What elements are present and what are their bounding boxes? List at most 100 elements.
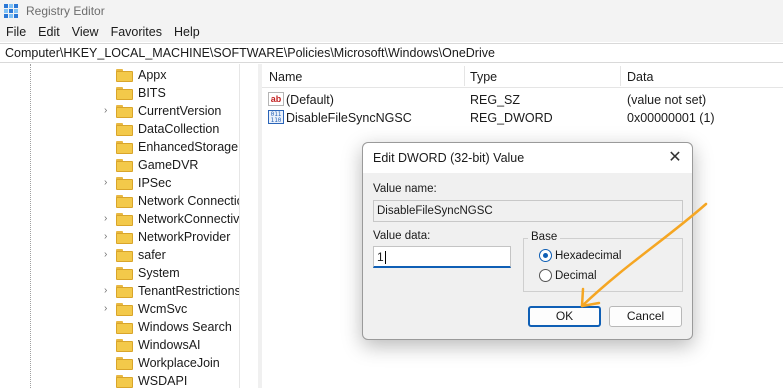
folder-icon [116, 266, 133, 280]
tree-item[interactable]: Appx [0, 66, 239, 84]
tree-item[interactable]: › NetworkConnectiv [0, 210, 239, 228]
menu-favorites[interactable]: Favorites [105, 25, 168, 39]
tree-item[interactable]: BITS [0, 84, 239, 102]
tree-item[interactable]: WorkplaceJoin [0, 354, 239, 372]
column-name-header[interactable]: Name [269, 70, 302, 84]
value-data: 0x00000001 (1) [627, 111, 715, 125]
hexadecimal-option[interactable]: Hexadecimal [539, 249, 621, 262]
value-data-field[interactable]: 1 [373, 246, 511, 268]
folder-icon [116, 338, 133, 352]
tree-item[interactable]: Network Connectio [0, 192, 244, 210]
tree-item-label: DataCollection [138, 122, 220, 136]
value-type: REG_SZ [470, 93, 521, 107]
tree-item-label: GameDVR [138, 158, 199, 172]
tree-item[interactable]: DataCollection [0, 120, 239, 138]
folder-icon [116, 248, 133, 262]
menu-edit[interactable]: Edit [32, 25, 66, 39]
tree-item[interactable]: Windows Search [0, 318, 239, 336]
tree-item-label: CurrentVersion [138, 104, 222, 118]
tree-item-label: WorkplaceJoin [138, 356, 220, 370]
folder-icon [116, 122, 133, 136]
folder-icon [116, 86, 133, 100]
tree-item-label: Windows Search [138, 320, 232, 334]
cancel-button[interactable]: Cancel [609, 306, 682, 327]
tree-item[interactable]: System [0, 264, 239, 282]
value-name-label: Value name: [373, 183, 437, 195]
ok-button[interactable]: OK [528, 306, 601, 327]
column-separator[interactable] [620, 66, 621, 86]
chevron-right-icon[interactable]: › [104, 106, 112, 116]
folder-icon [116, 176, 133, 190]
window-title: Registry Editor [26, 4, 105, 18]
tree-item-label: IPSec [138, 176, 172, 190]
tree-item-label: System [138, 266, 180, 280]
tree-item-label: EnhancedStorageD [138, 140, 248, 154]
radio-unselected-icon[interactable] [539, 269, 552, 282]
chevron-right-icon[interactable]: › [104, 304, 112, 314]
chevron-right-icon[interactable]: › [104, 214, 112, 224]
close-icon[interactable]: ✕ [664, 148, 686, 168]
menu-help[interactable]: Help [168, 25, 206, 39]
list-header: Name Type Data [262, 64, 783, 88]
dword-value-icon: 011 110 [268, 110, 284, 124]
chevron-right-icon[interactable]: › [104, 250, 112, 260]
value-row[interactable]: ab (Default) REG_SZ (value not set) [262, 91, 783, 109]
menu-view[interactable]: View [66, 25, 105, 39]
folder-icon [116, 374, 133, 388]
address-bar[interactable]: Computer\HKEY_LOCAL_MACHINE\SOFTWARE\Pol… [0, 43, 783, 63]
value-name: DisableFileSyncNGSC [286, 111, 412, 125]
value-type: REG_DWORD [470, 111, 553, 125]
string-value-icon: ab [268, 92, 284, 106]
folder-icon [116, 230, 133, 244]
base-group [523, 238, 683, 292]
tree-item-label: WSDAPI [138, 374, 188, 388]
value-data: (value not set) [627, 93, 707, 107]
column-type-header[interactable]: Type [470, 70, 497, 84]
chevron-right-icon[interactable]: › [104, 286, 112, 296]
tree-item-label: NetworkConnectiv [138, 212, 240, 226]
folder-icon [116, 212, 133, 226]
tree-item[interactable]: WSDAPI [0, 372, 239, 388]
tree-item[interactable]: › TenantRestrictions [0, 282, 241, 300]
chevron-right-icon[interactable]: › [104, 178, 112, 188]
menu-bar: File Edit View Favorites Help [0, 22, 783, 42]
folder-icon [116, 194, 133, 208]
tree-item[interactable]: WindowsAI [0, 336, 239, 354]
value-data-text: 1 [377, 250, 384, 264]
tree-item[interactable]: › CurrentVersion [0, 102, 239, 120]
key-tree: Appx BITS › CurrentVersion DataCollection Enh… [0, 64, 258, 388]
value-name: (Default) [286, 93, 334, 107]
folder-icon [116, 356, 133, 370]
dialog-title-bar: Edit DWORD (32-bit) Value ✕ [363, 143, 692, 173]
base-label: Base [528, 231, 561, 243]
value-row[interactable]: 011 110 DisableFileSyncNGSC REG_DWORD 0x0… [262, 109, 783, 127]
tree-item[interactable]: › NetworkProvider [0, 228, 239, 246]
registry-editor-icon [4, 4, 18, 18]
tree-item[interactable]: › IPSec [0, 174, 239, 192]
tree-item-label: TenantRestrictions [138, 284, 241, 298]
tree-item[interactable]: › WcmSvc [0, 300, 239, 318]
value-name-field: DisableFileSyncNGSC [373, 200, 683, 222]
tree-item-label: BITS [138, 86, 166, 100]
tree-item[interactable]: EnhancedStorageD [0, 138, 247, 156]
column-data-header[interactable]: Data [627, 70, 653, 84]
chevron-right-icon[interactable]: › [104, 232, 112, 242]
decimal-label: Decimal [555, 269, 597, 282]
tree-item-label: Appx [138, 68, 167, 82]
tree-scrollbar[interactable] [239, 64, 258, 388]
decimal-option[interactable]: Decimal [539, 269, 597, 282]
hexadecimal-label: Hexadecimal [555, 249, 622, 262]
edit-dword-dialog: Edit DWORD (32-bit) Value ✕ Value name: … [362, 142, 693, 340]
tree-item-label: safer [138, 248, 166, 262]
folder-icon [116, 158, 133, 172]
menu-file[interactable]: File [0, 25, 32, 39]
tree-item-label: NetworkProvider [138, 230, 231, 244]
folder-icon [116, 68, 133, 82]
folder-icon [116, 140, 133, 154]
tree-item[interactable]: GameDVR [0, 156, 239, 174]
folder-icon [116, 302, 133, 316]
folder-icon [116, 284, 133, 298]
column-separator[interactable] [464, 66, 465, 86]
radio-selected-icon[interactable] [539, 249, 552, 262]
tree-item[interactable]: › safer [0, 246, 239, 264]
